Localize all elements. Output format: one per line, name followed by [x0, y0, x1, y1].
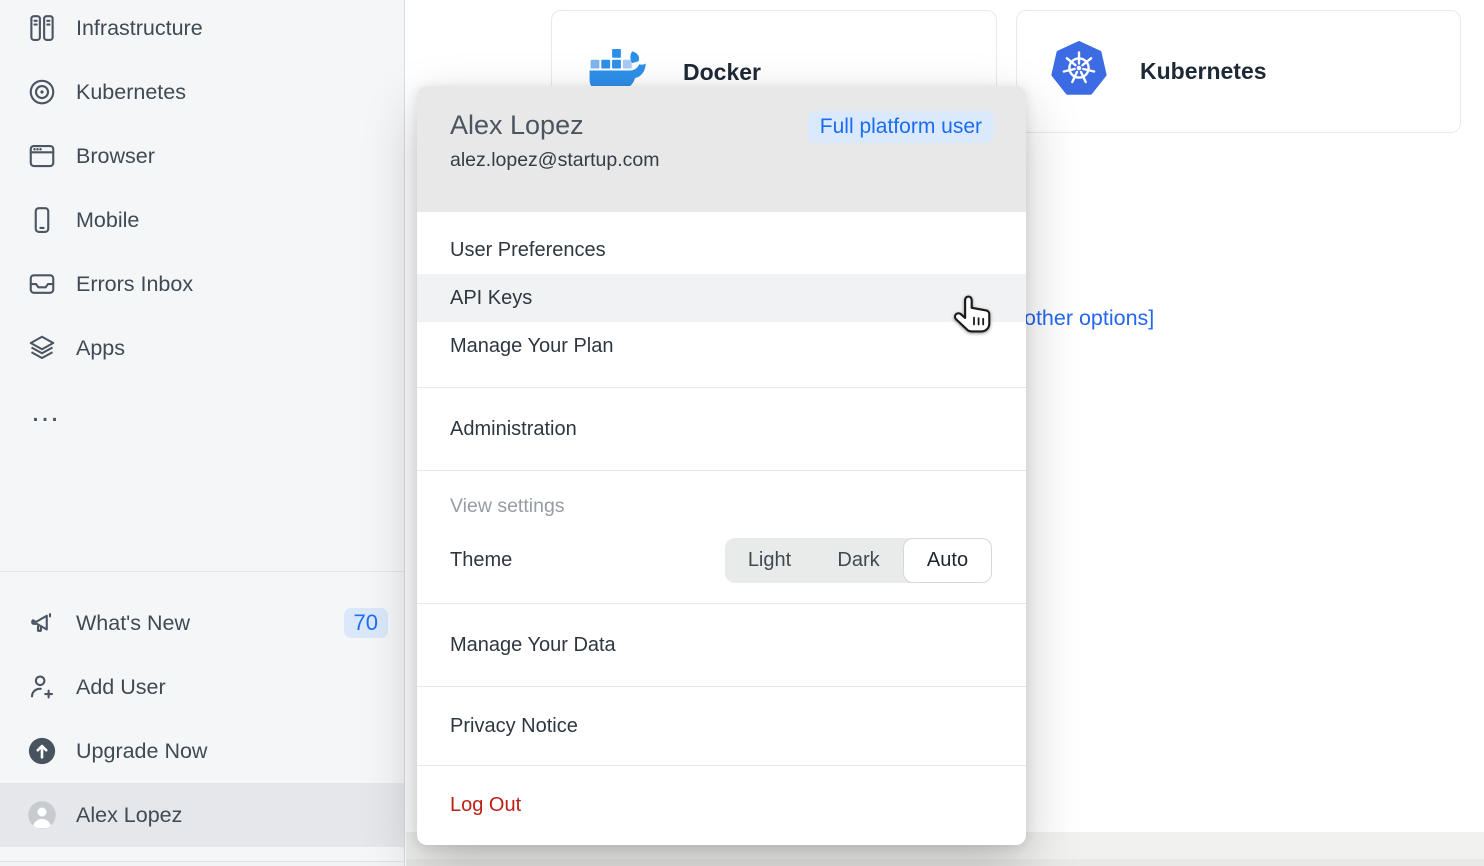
- sidebar: Infrastructure Kubernetes: [0, 0, 405, 866]
- user-menu-header: Alex Lopez alez.lopez@startup.com Full p…: [417, 86, 1026, 212]
- user-menu-group-account: User Preferences API Keys Manage Your Pl…: [417, 212, 1026, 387]
- sidebar-item-label: Add User: [76, 675, 166, 700]
- layers-icon: [27, 333, 57, 363]
- sidebar-item-browser[interactable]: Browser: [0, 124, 404, 188]
- target-icon: [27, 77, 57, 107]
- whats-new-count-badge: 70: [344, 608, 388, 638]
- mobile-icon: [27, 205, 57, 235]
- upgrade-arrow-icon: [27, 736, 57, 766]
- view-settings-label: View settings: [450, 495, 992, 518]
- inbox-icon: [27, 269, 57, 299]
- menu-item-privacy-notice[interactable]: Privacy Notice: [417, 687, 1026, 765]
- integration-card-kubernetes[interactable]: Kubernetes: [1016, 10, 1461, 133]
- sidebar-item-kubernetes[interactable]: Kubernetes: [0, 60, 404, 124]
- footer-strip-edge: [406, 859, 1484, 866]
- sidebar-item-infrastructure[interactable]: Infrastructure: [0, 0, 404, 60]
- sidebar-divider: [0, 571, 404, 572]
- theme-option-auto[interactable]: Auto: [903, 538, 992, 583]
- sidebar-item-label: Upgrade Now: [76, 739, 207, 764]
- user-email: alez.lopez@startup.com: [450, 149, 990, 172]
- sidebar-item-label: What's New: [76, 611, 190, 636]
- megaphone-icon: [27, 608, 57, 638]
- sidebar-item-label: Mobile: [76, 208, 139, 233]
- sidebar-item-label: Infrastructure: [76, 16, 203, 41]
- sidebar-item-mobile[interactable]: Mobile: [0, 188, 404, 252]
- card-title: Kubernetes: [1140, 58, 1267, 85]
- user-menu-dropdown: Alex Lopez alez.lopez@startup.com Full p…: [417, 86, 1026, 845]
- other-options-link[interactable]: other options]: [1024, 306, 1154, 331]
- sidebar-footer: What's New 70 Add User: [0, 591, 404, 847]
- theme-option-dark[interactable]: Dark: [814, 538, 903, 583]
- browser-icon: [27, 141, 57, 171]
- menu-item-user-preferences[interactable]: User Preferences: [417, 226, 1026, 274]
- menu-item-manage-your-data[interactable]: Manage Your Data: [417, 604, 1026, 686]
- theme-option-light[interactable]: Light: [725, 538, 814, 583]
- user-plus-icon: [27, 672, 57, 702]
- role-badge: Full platform user: [808, 111, 994, 143]
- sidebar-item-apps[interactable]: Apps: [0, 316, 404, 380]
- menu-item-api-keys[interactable]: API Keys: [417, 274, 1026, 322]
- sidebar-item-upgrade-now[interactable]: Upgrade Now: [0, 719, 404, 783]
- avatar: [27, 800, 57, 830]
- sidebar-item-label: Apps: [76, 336, 125, 361]
- app-screen: Infrastructure Kubernetes: [0, 0, 1484, 866]
- sidebar-item-errors-inbox[interactable]: Errors Inbox: [0, 252, 404, 316]
- sidebar-nav: Infrastructure Kubernetes: [0, 0, 404, 444]
- sidebar-bottom-divider: [0, 861, 404, 866]
- sidebar-item-add-user[interactable]: Add User: [0, 655, 404, 719]
- kubernetes-logo-icon: [1051, 41, 1107, 102]
- sidebar-item-label: Errors Inbox: [76, 272, 193, 297]
- menu-item-log-out[interactable]: Log Out: [417, 766, 1026, 845]
- theme-row: Theme Light Dark Auto: [450, 538, 992, 583]
- view-settings-section: View settings Theme Light Dark Auto: [417, 471, 1026, 603]
- theme-segmented-control: Light Dark Auto: [725, 538, 992, 583]
- theme-label: Theme: [450, 549, 512, 572]
- sidebar-item-current-user[interactable]: Alex Lopez: [0, 783, 404, 847]
- servers-icon: [27, 13, 57, 43]
- menu-item-manage-your-plan[interactable]: Manage Your Plan: [417, 322, 1026, 370]
- sidebar-more-button[interactable]: …: [0, 380, 404, 444]
- card-title: Docker: [683, 59, 761, 86]
- sidebar-item-label: Browser: [76, 144, 155, 169]
- sidebar-item-label: Kubernetes: [76, 80, 186, 105]
- sidebar-item-label: Alex Lopez: [76, 803, 182, 828]
- sidebar-item-whats-new[interactable]: What's New 70: [0, 591, 404, 655]
- menu-item-administration[interactable]: Administration: [417, 388, 1026, 470]
